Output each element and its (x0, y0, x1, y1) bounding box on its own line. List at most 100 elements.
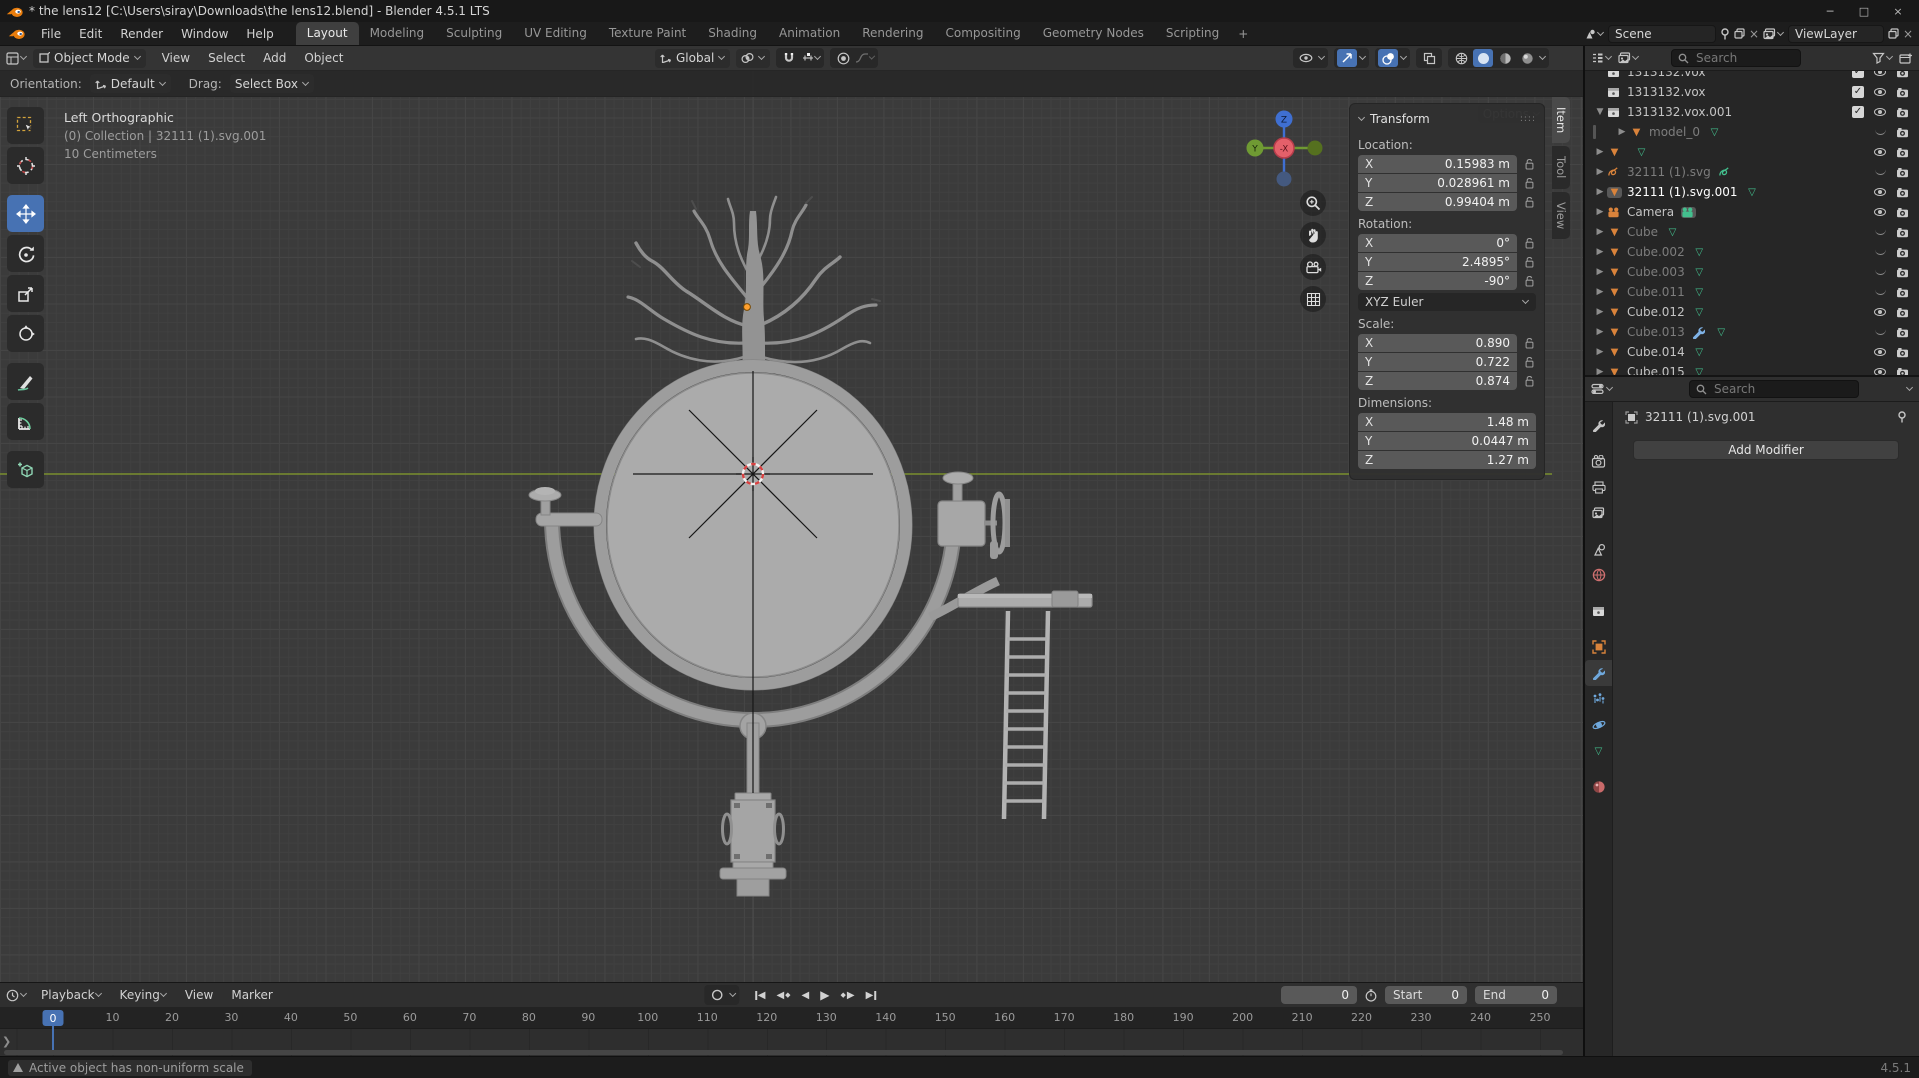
hide-toggle[interactable] (1869, 329, 1891, 335)
outliner-row[interactable]: ▶▼▽ (1585, 142, 1919, 162)
timeline-menu-keying[interactable]: Keying (112, 986, 175, 1004)
disable-in-render-toggle[interactable] (1891, 347, 1913, 358)
lock-open-icon[interactable] (1522, 338, 1536, 349)
play-reverse-button[interactable]: ◀ (799, 989, 813, 1002)
outliner-row[interactable]: ▼1313132.vox.001✓ (1585, 102, 1919, 122)
properties-tab-particles[interactable] (1585, 686, 1612, 712)
hide-toggle[interactable] (1869, 188, 1891, 196)
minimize-button[interactable]: ─ (1815, 5, 1845, 18)
outliner-row[interactable]: ▶▼Cube.011▽ (1585, 282, 1919, 302)
workspace-tab-animation[interactable]: Animation (768, 22, 851, 45)
hide-toggle[interactable] (1869, 108, 1891, 116)
pan-button[interactable] (1300, 222, 1326, 248)
perspective-toggle-button[interactable] (1300, 286, 1326, 312)
gizmos-toggle[interactable] (1337, 49, 1357, 67)
expand-arrow-icon[interactable]: ▶ (1593, 207, 1607, 217)
hide-toggle[interactable] (1869, 269, 1891, 275)
hide-toggle[interactable] (1869, 71, 1891, 76)
exclude-checkbox[interactable]: ✓ (1852, 71, 1864, 78)
disable-in-render-toggle[interactable] (1891, 127, 1913, 138)
select-box-tool[interactable] (7, 107, 44, 144)
add-cube-tool[interactable] (7, 451, 44, 488)
transform-tool[interactable] (7, 315, 44, 352)
menu-edit[interactable]: Edit (71, 25, 110, 43)
expand-arrow-icon[interactable]: ▶ (1593, 167, 1607, 177)
expand-arrow-icon[interactable]: ▶ (1593, 227, 1607, 237)
disable-in-render-toggle[interactable] (1891, 307, 1913, 318)
outliner-row[interactable]: ▶32111 (1).svg (1585, 162, 1919, 182)
add-workspace-button[interactable]: + (1230, 22, 1256, 45)
object-visibility-icon[interactable] (1296, 49, 1316, 67)
hide-toggle[interactable] (1869, 148, 1891, 156)
menu-render[interactable]: Render (112, 25, 171, 43)
viewlayer-selector[interactable]: ViewLayer (1788, 25, 1884, 43)
expand-arrow-icon[interactable]: ▶ (1593, 327, 1607, 337)
timeline-track[interactable]: ❯ (0, 1029, 1583, 1056)
viewport-menu-select[interactable]: Select (200, 49, 253, 67)
xray-toggle[interactable] (1419, 49, 1439, 67)
lock-open-icon[interactable] (1522, 178, 1536, 189)
transform-panel-header[interactable]: Transform:::: (1358, 110, 1536, 132)
properties-tab-object-data[interactable]: ▽ (1585, 738, 1612, 764)
expand-arrow-icon[interactable]: ▶ (1593, 267, 1607, 277)
hide-toggle[interactable] (1869, 289, 1891, 295)
properties-search-input[interactable] (1712, 381, 1832, 397)
new-viewlayer-icon[interactable] (1888, 28, 1899, 39)
hide-toggle[interactable] (1869, 249, 1891, 255)
jump-to-start-button[interactable]: ◀ (752, 989, 769, 1002)
shading-material-button[interactable] (1495, 49, 1515, 67)
outliner-row[interactable]: ▶▼Cube.002▽ (1585, 242, 1919, 262)
disable-in-render-toggle[interactable] (1891, 107, 1913, 118)
disable-in-render-toggle[interactable] (1891, 167, 1913, 178)
timeline-scrollbar[interactable] (4, 1050, 1563, 1055)
expand-arrow-icon[interactable]: ▶ (1593, 187, 1607, 197)
shading-solid-button[interactable] (1473, 49, 1493, 67)
workspace-tab-modeling[interactable]: Modeling (359, 22, 436, 45)
expand-arrow-icon[interactable]: ▶ (1593, 147, 1607, 157)
editor-type-icon[interactable] (6, 52, 27, 65)
timeline-menu-view[interactable]: View (177, 986, 221, 1004)
expand-arrow-icon[interactable]: ▶ (1593, 287, 1607, 297)
field-dimensions--x[interactable]: X1.48 m (1358, 413, 1536, 431)
properties-tab-output[interactable] (1585, 474, 1612, 500)
expand-arrow-icon[interactable]: ▶ (1593, 247, 1607, 257)
properties-tab-object[interactable] (1585, 634, 1612, 660)
annotate-tool[interactable] (7, 363, 44, 400)
outliner-row[interactable]: ▶▼Cube.015▽ (1585, 362, 1919, 375)
navigation-gizmo[interactable]: Y Z -X (1246, 110, 1324, 188)
disable-in-render-toggle[interactable] (1891, 267, 1913, 278)
breadcrumb-object-name[interactable]: 32111 (1).svg.001 (1645, 410, 1756, 424)
outliner-row[interactable]: ▶▼Cube.014▽ (1585, 342, 1919, 362)
zoom-button[interactable] (1300, 190, 1326, 216)
frame-end-field[interactable]: End0 (1475, 986, 1557, 1004)
expand-arrow-icon[interactable]: ▶ (1615, 127, 1629, 137)
viewport-3d[interactable]: Orientation: Default Drag: Select Box (0, 71, 1583, 982)
next-keyframe-button[interactable]: ◆▶ (837, 989, 857, 1002)
camera-view-button[interactable] (1300, 254, 1326, 280)
hide-toggle[interactable] (1869, 208, 1891, 216)
hide-toggle[interactable] (1869, 368, 1891, 375)
lock-open-icon[interactable] (1522, 376, 1536, 387)
viewport-menu-add[interactable]: Add (255, 49, 294, 67)
lock-open-icon[interactable] (1522, 238, 1536, 249)
outliner-row[interactable]: ▶Camera (1585, 202, 1919, 222)
workspace-tab-compositing[interactable]: Compositing (934, 22, 1031, 45)
outliner-row[interactable]: ▶▼32111 (1).svg.001▽ (1585, 182, 1919, 202)
maximize-button[interactable]: □ (1849, 5, 1879, 18)
scene-selector[interactable]: Scene (1608, 25, 1716, 43)
outliner-row[interactable]: ▶▼Cube.013▽ (1585, 322, 1919, 342)
workspace-tab-scripting[interactable]: Scripting (1155, 22, 1230, 45)
play-button[interactable]: ▶ (817, 987, 832, 1003)
properties-tab-modifiers[interactable] (1585, 660, 1612, 686)
mode-selector[interactable]: Object Mode (33, 49, 146, 68)
field-scale--y[interactable]: Y0.722 (1358, 353, 1517, 371)
lock-open-icon[interactable] (1522, 197, 1536, 208)
workspace-tab-layout[interactable]: Layout (296, 22, 359, 45)
jump-to-end-button[interactable]: ▶ (863, 989, 880, 1002)
viewlayer-icon[interactable] (1763, 28, 1784, 40)
disable-in-render-toggle[interactable] (1891, 287, 1913, 298)
viewport-menu-object[interactable]: Object (296, 49, 351, 67)
measure-tool[interactable] (7, 403, 44, 440)
outliner-display-mode-icon[interactable] (1591, 52, 1612, 64)
sidebar-tab-tool[interactable]: Tool (1552, 146, 1570, 188)
